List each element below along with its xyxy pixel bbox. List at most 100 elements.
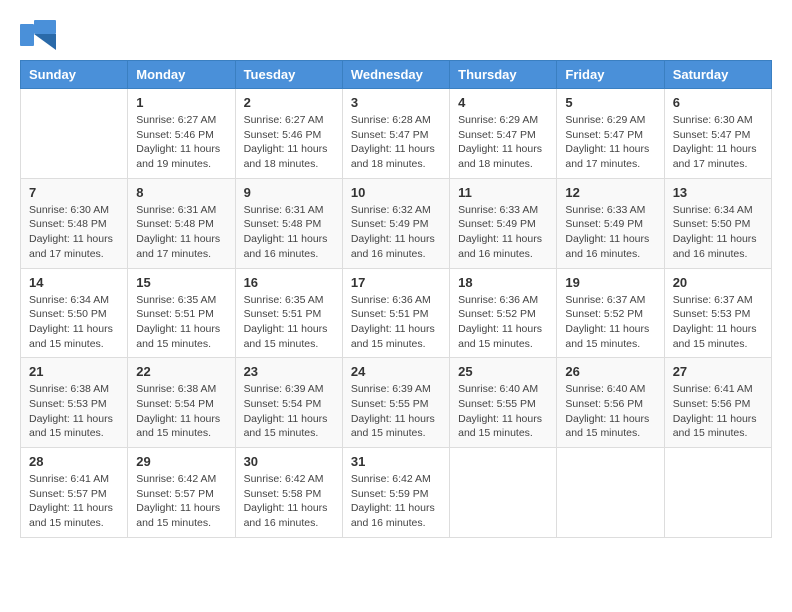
day-number: 26 [565, 364, 655, 379]
day-info: Sunrise: 6:28 AM Sunset: 5:47 PM Dayligh… [351, 113, 441, 172]
calendar-cell: 21Sunrise: 6:38 AM Sunset: 5:53 PM Dayli… [21, 358, 128, 448]
day-info: Sunrise: 6:36 AM Sunset: 5:51 PM Dayligh… [351, 293, 441, 352]
calendar-cell: 14Sunrise: 6:34 AM Sunset: 5:50 PM Dayli… [21, 268, 128, 358]
logo-icon [20, 20, 56, 50]
calendar-cell: 22 Sunrise: 6:38 AM Sunset: 5:54 PM Dayli… [128, 358, 235, 448]
day-info: Sunrise: 6:42 AM Sunset: 5:58 PM Dayligh… [244, 472, 334, 531]
page-header [20, 20, 772, 50]
calendar-header-monday: Monday [128, 61, 235, 89]
day-number: 17 [351, 275, 441, 290]
day-info: Sunrise: 6:40 AM Sunset: 5:55 PM Dayligh… [458, 382, 548, 441]
calendar-cell: 16 Sunrise: 6:35 AM Sunset: 5:51 PM Dayli… [235, 268, 342, 358]
day-number: 19 [565, 275, 655, 290]
calendar-cell: 11 Sunrise: 6:33 AM Sunset: 5:49 PM Dayli… [450, 178, 557, 268]
day-info: Sunrise: 6:35 AM Sunset: 5:51 PM Dayligh… [136, 293, 226, 352]
day-number: 22 [136, 364, 226, 379]
day-number: 8 [136, 185, 226, 200]
calendar-cell: 19 Sunrise: 6:37 AM Sunset: 5:52 PM Dayli… [557, 268, 664, 358]
day-info: Sunrise: 6:31 AM Sunset: 5:48 PM Dayligh… [136, 203, 226, 262]
calendar-cell: 3 Sunrise: 6:28 AM Sunset: 5:47 PM Daylig… [342, 89, 449, 179]
day-info: Sunrise: 6:40 AM Sunset: 5:56 PM Dayligh… [565, 382, 655, 441]
calendar-week-row: 14Sunrise: 6:34 AM Sunset: 5:50 PM Dayli… [21, 268, 772, 358]
day-info: Sunrise: 6:30 AM Sunset: 5:47 PM Dayligh… [673, 113, 763, 172]
day-info: Sunrise: 6:33 AM Sunset: 5:49 PM Dayligh… [458, 203, 548, 262]
day-number: 6 [673, 95, 763, 110]
day-number: 1 [136, 95, 226, 110]
calendar-week-row: 1 Sunrise: 6:27 AM Sunset: 5:46 PM Daylig… [21, 89, 772, 179]
day-info: Sunrise: 6:29 AM Sunset: 5:47 PM Dayligh… [565, 113, 655, 172]
calendar-header-saturday: Saturday [664, 61, 771, 89]
day-info: Sunrise: 6:39 AM Sunset: 5:54 PM Dayligh… [244, 382, 334, 441]
calendar-cell [664, 448, 771, 538]
day-info: Sunrise: 6:42 AM Sunset: 5:59 PM Dayligh… [351, 472, 441, 531]
day-info: Sunrise: 6:41 AM Sunset: 5:57 PM Dayligh… [29, 472, 119, 531]
day-info: Sunrise: 6:29 AM Sunset: 5:47 PM Dayligh… [458, 113, 548, 172]
day-number: 23 [244, 364, 334, 379]
calendar-cell: 10 Sunrise: 6:32 AM Sunset: 5:49 PM Dayli… [342, 178, 449, 268]
calendar-cell: 17 Sunrise: 6:36 AM Sunset: 5:51 PM Dayli… [342, 268, 449, 358]
day-number: 24 [351, 364, 441, 379]
day-info: Sunrise: 6:31 AM Sunset: 5:48 PM Dayligh… [244, 203, 334, 262]
day-number: 11 [458, 185, 548, 200]
day-info: Sunrise: 6:33 AM Sunset: 5:49 PM Dayligh… [565, 203, 655, 262]
day-number: 7 [29, 185, 119, 200]
calendar-week-row: 21Sunrise: 6:38 AM Sunset: 5:53 PM Dayli… [21, 358, 772, 448]
day-info: Sunrise: 6:37 AM Sunset: 5:53 PM Dayligh… [673, 293, 763, 352]
day-info: Sunrise: 6:37 AM Sunset: 5:52 PM Dayligh… [565, 293, 655, 352]
day-info: Sunrise: 6:34 AM Sunset: 5:50 PM Dayligh… [29, 293, 119, 352]
day-number: 3 [351, 95, 441, 110]
day-number: 10 [351, 185, 441, 200]
calendar-cell: 23 Sunrise: 6:39 AM Sunset: 5:54 PM Dayli… [235, 358, 342, 448]
calendar-cell: 24 Sunrise: 6:39 AM Sunset: 5:55 PM Dayli… [342, 358, 449, 448]
calendar-cell: 25 Sunrise: 6:40 AM Sunset: 5:55 PM Dayli… [450, 358, 557, 448]
day-number: 2 [244, 95, 334, 110]
day-number: 25 [458, 364, 548, 379]
day-number: 9 [244, 185, 334, 200]
logo [20, 20, 60, 50]
calendar-cell: 30Sunrise: 6:42 AM Sunset: 5:58 PM Dayli… [235, 448, 342, 538]
day-number: 18 [458, 275, 548, 290]
day-info: Sunrise: 6:34 AM Sunset: 5:50 PM Dayligh… [673, 203, 763, 262]
calendar-cell: 12Sunrise: 6:33 AM Sunset: 5:49 PM Dayli… [557, 178, 664, 268]
calendar-header-row: SundayMondayTuesdayWednesdayThursdayFrid… [21, 61, 772, 89]
calendar-cell [450, 448, 557, 538]
calendar-cell: 28 Sunrise: 6:41 AM Sunset: 5:57 PM Dayli… [21, 448, 128, 538]
day-number: 5 [565, 95, 655, 110]
day-info: Sunrise: 6:41 AM Sunset: 5:56 PM Dayligh… [673, 382, 763, 441]
day-number: 4 [458, 95, 548, 110]
calendar-cell: 13 Sunrise: 6:34 AM Sunset: 5:50 PM Dayli… [664, 178, 771, 268]
day-info: Sunrise: 6:42 AM Sunset: 5:57 PM Dayligh… [136, 472, 226, 531]
calendar-cell: 6 Sunrise: 6:30 AM Sunset: 5:47 PM Daylig… [664, 89, 771, 179]
calendar-header-sunday: Sunday [21, 61, 128, 89]
day-number: 27 [673, 364, 763, 379]
day-info: Sunrise: 6:32 AM Sunset: 5:49 PM Dayligh… [351, 203, 441, 262]
calendar-cell [21, 89, 128, 179]
calendar-cell: 8 Sunrise: 6:31 AM Sunset: 5:48 PM Daylig… [128, 178, 235, 268]
calendar-cell: 4 Sunrise: 6:29 AM Sunset: 5:47 PM Daylig… [450, 89, 557, 179]
day-info: Sunrise: 6:38 AM Sunset: 5:54 PM Dayligh… [136, 382, 226, 441]
day-info: Sunrise: 6:36 AM Sunset: 5:52 PM Dayligh… [458, 293, 548, 352]
calendar-cell: 7Sunrise: 6:30 AM Sunset: 5:48 PM Daylig… [21, 178, 128, 268]
day-info: Sunrise: 6:39 AM Sunset: 5:55 PM Dayligh… [351, 382, 441, 441]
calendar-cell: 15 Sunrise: 6:35 AM Sunset: 5:51 PM Dayli… [128, 268, 235, 358]
day-number: 28 [29, 454, 119, 469]
calendar-header-friday: Friday [557, 61, 664, 89]
calendar-cell: 9 Sunrise: 6:31 AM Sunset: 5:48 PM Daylig… [235, 178, 342, 268]
day-number: 15 [136, 275, 226, 290]
calendar-cell: 26 Sunrise: 6:40 AM Sunset: 5:56 PM Dayli… [557, 358, 664, 448]
day-info: Sunrise: 6:27 AM Sunset: 5:46 PM Dayligh… [136, 113, 226, 172]
calendar-header-thursday: Thursday [450, 61, 557, 89]
calendar-week-row: 28 Sunrise: 6:41 AM Sunset: 5:57 PM Dayli… [21, 448, 772, 538]
day-number: 13 [673, 185, 763, 200]
day-number: 29 [136, 454, 226, 469]
day-number: 16 [244, 275, 334, 290]
day-info: Sunrise: 6:35 AM Sunset: 5:51 PM Dayligh… [244, 293, 334, 352]
calendar-cell: 31Sunrise: 6:42 AM Sunset: 5:59 PM Dayli… [342, 448, 449, 538]
calendar-header-wednesday: Wednesday [342, 61, 449, 89]
calendar-table: SundayMondayTuesdayWednesdayThursdayFrid… [20, 60, 772, 538]
calendar-cell [557, 448, 664, 538]
calendar-week-row: 7Sunrise: 6:30 AM Sunset: 5:48 PM Daylig… [21, 178, 772, 268]
day-info: Sunrise: 6:27 AM Sunset: 5:46 PM Dayligh… [244, 113, 334, 172]
calendar-cell: 1 Sunrise: 6:27 AM Sunset: 5:46 PM Daylig… [128, 89, 235, 179]
calendar-cell: 18 Sunrise: 6:36 AM Sunset: 5:52 PM Dayli… [450, 268, 557, 358]
